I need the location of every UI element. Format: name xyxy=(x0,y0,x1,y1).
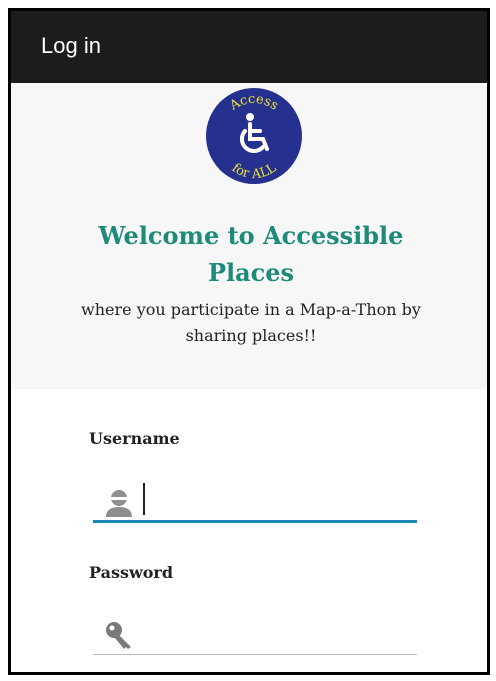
username-label: Username xyxy=(89,429,180,448)
welcome-subtitle: where you participate in a Map-a-Thon by… xyxy=(31,297,471,349)
user-icon xyxy=(106,490,132,517)
key-icon xyxy=(106,622,131,649)
app-bar-title: Log in xyxy=(41,33,101,58)
password-label: Password xyxy=(89,563,174,582)
username-underline xyxy=(93,520,417,523)
password-input[interactable] xyxy=(143,615,413,651)
app-window: Log in Access for ALL Welcome to Accessi… xyxy=(8,8,490,675)
username-input[interactable] xyxy=(143,483,413,519)
welcome-title-line-1: Welcome to Accessible xyxy=(98,221,404,250)
text-cursor xyxy=(143,483,145,515)
welcome-panel: Access for ALL Welcome to Accessible Pla… xyxy=(11,83,487,389)
welcome-subtitle-line-2: sharing places!! xyxy=(185,326,317,345)
password-underline xyxy=(93,654,417,655)
username-field[interactable] xyxy=(93,479,417,523)
app-bar: Log in xyxy=(11,11,487,83)
welcome-subtitle-line-1: where you participate in a Map-a-Thon by xyxy=(81,300,421,319)
password-field[interactable] xyxy=(93,611,417,655)
welcome-title-line-2: Places xyxy=(207,258,295,287)
welcome-title: Welcome to Accessible Places xyxy=(51,217,451,291)
access-for-all-logo: Access for ALL xyxy=(206,88,302,184)
